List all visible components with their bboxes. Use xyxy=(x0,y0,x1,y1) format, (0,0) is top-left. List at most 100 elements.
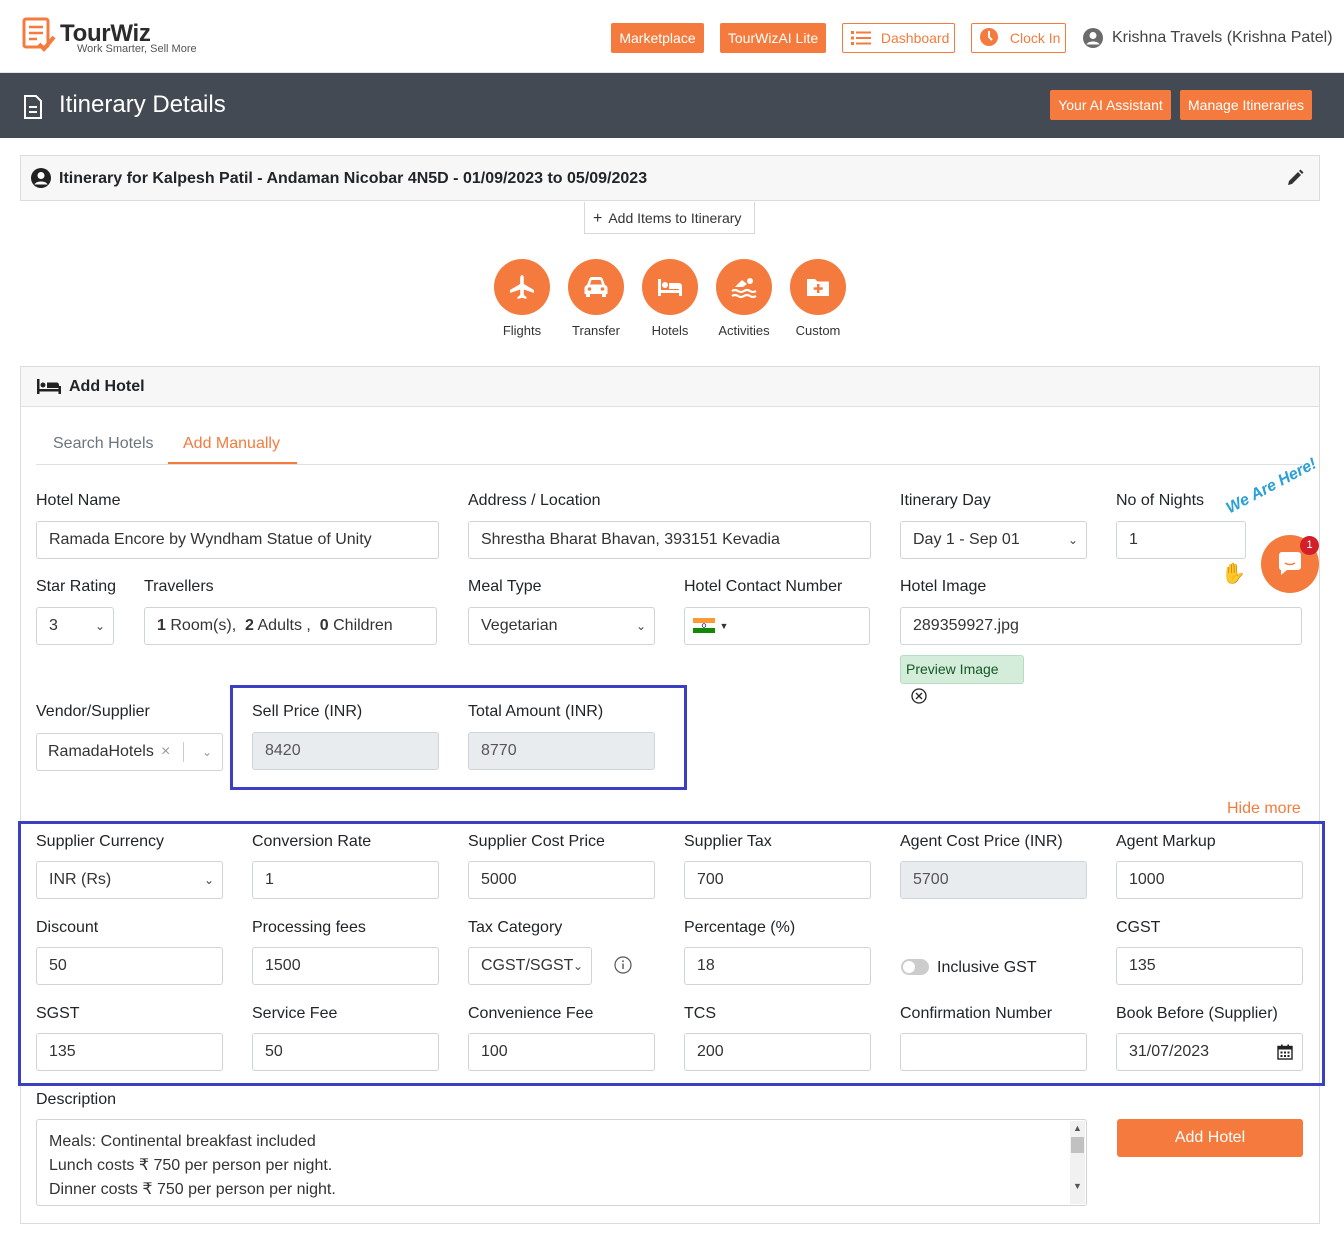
supplier-currency-label: Supplier Currency xyxy=(36,833,165,850)
service-fee-input[interactable]: 50 xyxy=(252,1033,439,1071)
scroll-up-icon[interactable]: ▲ xyxy=(1070,1121,1085,1135)
add-items-label: Add Items to Itinerary xyxy=(608,210,742,226)
total-amount-input[interactable]: 8770 xyxy=(468,732,655,770)
supplier-currency-value: INR (Rs) xyxy=(49,871,112,888)
category-flights[interactable]: Flights xyxy=(487,259,557,338)
category-transfer[interactable]: Transfer xyxy=(561,259,631,338)
hotel-image-label: Hotel Image xyxy=(900,578,987,595)
tcs-input[interactable]: 200 xyxy=(684,1033,871,1071)
discount-input[interactable]: 50 xyxy=(36,947,223,985)
conversion-rate-label: Conversion Rate xyxy=(252,833,372,850)
description-textarea[interactable]: Meals: Continental breakfast included Lu… xyxy=(36,1119,1087,1206)
agent-cost-label: Agent Cost Price (INR) xyxy=(900,833,1063,850)
add-hotel-button[interactable]: Add Hotel xyxy=(1117,1119,1303,1157)
user-avatar-icon xyxy=(1083,28,1103,48)
marketplace-button[interactable]: Marketplace xyxy=(611,23,704,53)
meal-type-select[interactable]: Vegetarian ⌄ xyxy=(468,607,655,645)
confirmation-input[interactable] xyxy=(900,1033,1087,1071)
tab-add-manually[interactable]: Add Manually xyxy=(183,435,280,453)
discount-label: Discount xyxy=(36,919,99,936)
description-label: Description xyxy=(36,1091,117,1108)
add-items-button[interactable]: + Add Items to Itinerary xyxy=(584,202,755,234)
star-rating-select[interactable]: 3 ⌄ xyxy=(36,607,114,645)
cgst-label: CGST xyxy=(1116,919,1161,936)
preview-image-button[interactable]: Preview Image xyxy=(900,655,1024,704)
user-menu[interactable]: Krishna Travels (Krishna Patel) xyxy=(1082,26,1333,50)
inclusive-gst-label: Inclusive GST xyxy=(937,959,1037,976)
plus-icon: + xyxy=(593,210,603,227)
conversion-rate-input[interactable]: 1 xyxy=(252,861,439,899)
sell-price-input[interactable]: 8420 xyxy=(252,732,439,770)
supplier-tax-input[interactable]: 700 xyxy=(684,861,871,899)
tcs-label: TCS xyxy=(684,1005,716,1022)
hide-more-link[interactable]: Hide more xyxy=(1227,800,1301,818)
hotel-name-input[interactable]: Ramada Encore by Wyndham Statue of Unity xyxy=(36,521,439,559)
travellers-input[interactable]: 1 Room(s), 2 Adults , 0 Children xyxy=(144,607,437,645)
chat-icon xyxy=(1279,552,1301,575)
tax-category-select[interactable]: CGST/SGST ⌄ xyxy=(468,947,592,985)
category-activities[interactable]: Activities xyxy=(709,259,779,338)
confirmation-label: Confirmation Number xyxy=(900,1005,1053,1022)
agent-markup-input[interactable]: 1000 xyxy=(1116,861,1303,899)
supplier-cost-input[interactable]: 5000 xyxy=(468,861,655,899)
chat-badge: 1 xyxy=(1300,536,1319,555)
dashboard-button[interactable]: Dashboard xyxy=(842,23,955,53)
car-icon xyxy=(584,277,608,297)
tourwizai-button[interactable]: TourWizAI Lite xyxy=(720,23,826,53)
info-icon[interactable] xyxy=(614,956,632,974)
tab-search-hotels[interactable]: Search Hotels xyxy=(53,435,154,453)
scroll-down-icon[interactable]: ▼ xyxy=(1070,1174,1085,1198)
clock-in-label: Clock In xyxy=(1009,30,1061,46)
hotel-image-input[interactable]: 289359927.jpg xyxy=(900,607,1302,645)
scroll-thumb[interactable] xyxy=(1071,1137,1084,1153)
card-title: Add Hotel xyxy=(69,378,145,395)
address-input[interactable]: Shrestha Bharat Bhavan, 393151 Kevadia xyxy=(468,521,871,559)
convenience-fee-input[interactable]: 100 xyxy=(468,1033,655,1071)
select-divider xyxy=(183,742,184,762)
textarea-scrollbar[interactable]: ▲ ▼ xyxy=(1070,1121,1085,1204)
vendor-select[interactable]: RamadaHotels × ⌄ xyxy=(36,733,223,771)
agent-cost-input[interactable]: 5700 xyxy=(900,861,1087,899)
ai-assistant-button[interactable]: Your AI Assistant xyxy=(1050,90,1171,120)
itinerary-day-select[interactable]: Day 1 - Sep 01 ⌄ xyxy=(900,521,1087,559)
airplane-icon xyxy=(510,275,534,299)
tabs-divider xyxy=(36,464,1303,465)
category-label: Transfer xyxy=(572,323,620,338)
page-title: Itinerary Details xyxy=(59,91,226,118)
user-name: Krishna Travels (Krishna Patel) xyxy=(1112,29,1333,46)
description-line: Lunch costs ₹ 750 per person per night. xyxy=(49,1157,333,1174)
nights-input[interactable]: 1 xyxy=(1116,521,1246,559)
processing-fees-input[interactable]: 1500 xyxy=(252,947,439,985)
transfer-circle xyxy=(568,259,624,315)
sell-price-label: Sell Price (INR) xyxy=(252,703,363,720)
preview-image-label: Preview Image xyxy=(906,661,999,677)
meal-type-value: Vegetarian xyxy=(481,617,558,634)
user-circle-icon xyxy=(31,168,51,188)
clock-in-button[interactable]: Clock In xyxy=(971,23,1066,53)
clear-icon[interactable]: × xyxy=(161,734,170,770)
inclusive-gst-toggle[interactable] xyxy=(901,959,929,975)
category-hotels[interactable]: Hotels xyxy=(635,259,705,338)
activities-circle xyxy=(716,259,772,315)
document-icon xyxy=(24,95,42,119)
calendar-icon[interactable] xyxy=(1277,1044,1293,1060)
book-before-input[interactable]: 31/07/2023 xyxy=(1116,1033,1303,1071)
itinerary-day-value: Day 1 - Sep 01 xyxy=(913,531,1020,548)
swimmer-icon xyxy=(731,278,757,299)
edit-pencil-icon[interactable] xyxy=(1286,169,1304,187)
close-circle-icon[interactable] xyxy=(911,688,927,704)
flights-circle xyxy=(494,259,550,315)
category-custom[interactable]: Custom xyxy=(783,259,853,338)
address-label: Address / Location xyxy=(468,492,601,509)
manage-itineraries-button[interactable]: Manage Itineraries xyxy=(1180,90,1312,120)
supplier-currency-select[interactable]: INR (Rs) ⌄ xyxy=(36,861,223,899)
cgst-input[interactable]: 135 xyxy=(1116,947,1303,985)
sgst-input[interactable]: 135 xyxy=(36,1033,223,1071)
percentage-input[interactable]: 18 xyxy=(684,947,871,985)
book-before-label: Book Before (Supplier) xyxy=(1116,1005,1278,1022)
india-flag-icon[interactable] xyxy=(693,618,715,633)
brand-tagline: Work Smarter, Sell More xyxy=(77,43,197,55)
chevron-down-icon: ⌄ xyxy=(1067,533,1078,547)
contact-input[interactable]: ▼ xyxy=(684,607,870,645)
bed-icon xyxy=(658,279,682,296)
